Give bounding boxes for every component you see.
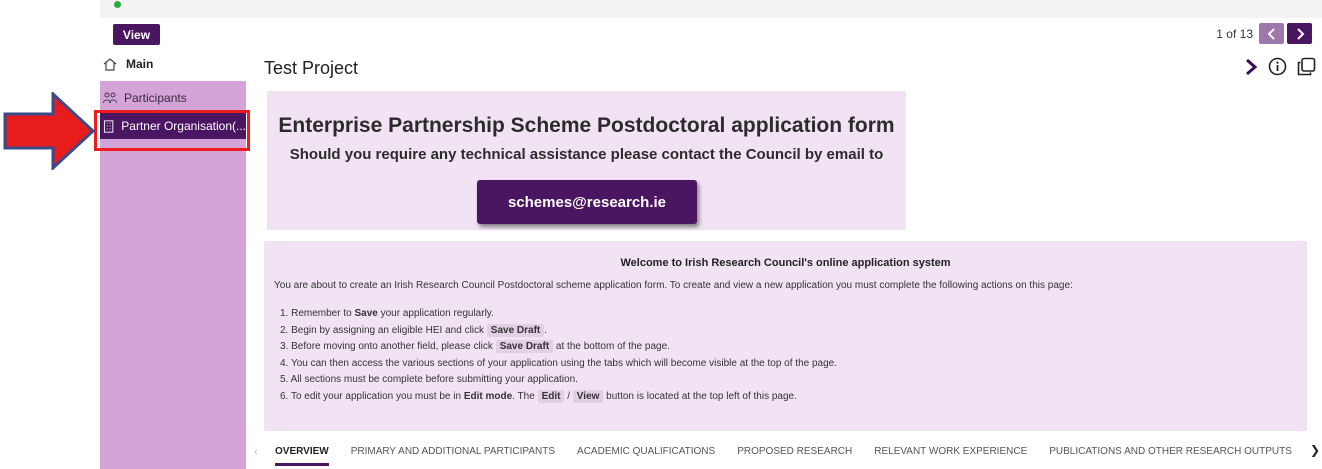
tab-relevant-work-experience[interactable]: RELEVANT WORK EXPERIENCE xyxy=(863,442,1038,469)
tab-academic-qualifications[interactable]: ACADEMIC QUALIFICATIONS xyxy=(566,442,726,469)
chevron-right-icon xyxy=(1296,27,1304,40)
instruction-step: 6. To edit your application you must be … xyxy=(280,389,797,403)
banner-subheading: Should you require any technical assista… xyxy=(289,146,884,163)
panel-actions xyxy=(1244,57,1316,76)
info-icon[interactable] xyxy=(1268,57,1287,76)
instruction-step: 1. Remember to Save your application reg… xyxy=(280,308,494,319)
chevron-right-icon[interactable] xyxy=(1244,58,1258,76)
tabs-scroll-left-icon[interactable]: ‹ xyxy=(250,442,264,458)
view-tag: View xyxy=(572,389,604,403)
welcome-panel: Welcome to Irish Research Council's onli… xyxy=(264,241,1307,431)
status-dot xyxy=(114,1,121,8)
edit-tag: Edit xyxy=(537,389,565,403)
copy-icon[interactable] xyxy=(1297,57,1316,76)
tab-overview[interactable]: OVERVIEW xyxy=(264,442,340,469)
instruction-step: 4. You can then access the various secti… xyxy=(280,357,838,369)
tab-proposed-research[interactable]: PROPOSED RESEARCH xyxy=(726,442,863,469)
pager-count: 1 of 13 xyxy=(1216,26,1253,41)
tabs-scroll-right-icon[interactable]: ❯ xyxy=(1310,443,1320,457)
page-title: Test Project xyxy=(264,58,359,78)
sidebar-main-label: Main xyxy=(126,57,154,71)
view-button[interactable]: View xyxy=(113,24,160,45)
instruction-step: 3. Before moving onto another field, ple… xyxy=(280,340,670,354)
previous-record-button[interactable] xyxy=(1259,23,1284,44)
pointer-arrow-icon xyxy=(3,92,95,170)
instruction-step: 2. Begin by assigning an eligible HEI an… xyxy=(280,323,548,337)
chevron-left-icon xyxy=(1267,27,1275,40)
sidebar-item-participants[interactable]: Participants xyxy=(100,85,246,111)
people-icon xyxy=(103,92,117,104)
next-record-button[interactable] xyxy=(1287,23,1312,44)
email-contact-button[interactable]: schemes@research.ie xyxy=(477,180,697,224)
welcome-intro: You are about to create an Irish Researc… xyxy=(274,280,1073,291)
home-icon xyxy=(103,57,117,71)
record-pager: 1 of 13 xyxy=(1216,23,1312,44)
banner-heading: Enterprise Partnership Scheme Postdoctor… xyxy=(278,114,895,137)
instruction-step: 5. All sections must be complete before … xyxy=(280,374,578,386)
top-strip xyxy=(100,0,1322,18)
welcome-title: Welcome to Irish Research Council's onli… xyxy=(620,257,951,269)
tab-primary-and-additional-participants[interactable]: PRIMARY AND ADDITIONAL PARTICIPANTS xyxy=(340,442,566,469)
highlight-box xyxy=(94,110,250,151)
instruction-list: 1. Remember to Save your application reg… xyxy=(280,307,837,407)
scheme-banner: Enterprise Partnership Scheme Postdoctor… xyxy=(267,91,906,230)
save-draft-tag: Save Draft xyxy=(495,340,554,354)
sidebar-item-main[interactable]: Main xyxy=(103,57,153,71)
sidebar-item-label: Participants xyxy=(124,91,187,105)
section-tabs: ‹ OVERVIEW PRIMARY AND ADDITIONAL PARTIC… xyxy=(250,442,1322,469)
save-draft-tag: Save Draft xyxy=(486,323,545,337)
tab-publications[interactable]: PUBLICATIONS AND OTHER RESEARCH OUTPUTS xyxy=(1038,442,1303,469)
